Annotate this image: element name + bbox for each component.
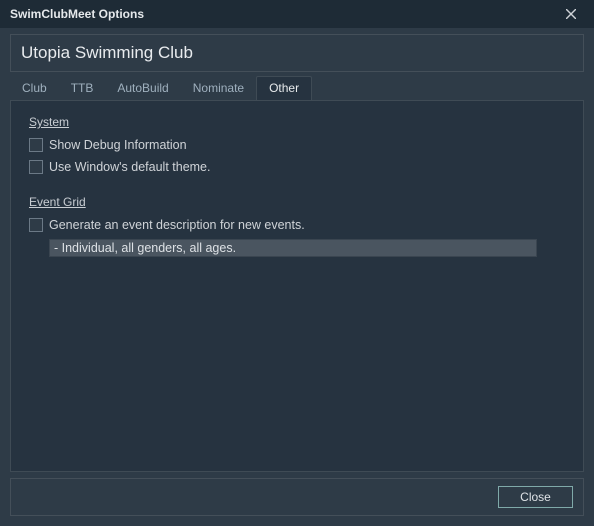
window-title: SwimClubMeet Options [10,7,144,21]
titlebar: SwimClubMeet Options [0,0,594,28]
club-header: Utopia Swimming Club [10,34,584,72]
tab-nominate[interactable]: Nominate [181,77,256,100]
close-button[interactable]: Close [498,486,573,508]
section-title-event-grid: Event Grid [29,195,565,209]
event-description-field[interactable]: - Individual, all genders, all ages. [49,239,537,257]
row-default-theme: Use Window's default theme. [29,157,565,177]
section-title-system: System [29,115,565,129]
titlebar-close-button[interactable] [556,0,586,28]
tab-ttb[interactable]: TTB [59,77,106,100]
checkbox-default-theme[interactable] [29,160,43,174]
content-panel: System Show Debug Information Use Window… [10,100,584,472]
checkbox-show-debug[interactable] [29,138,43,152]
tab-other[interactable]: Other [256,76,312,100]
label-show-debug: Show Debug Information [49,138,187,152]
label-generate-desc: Generate an event description for new ev… [49,218,305,232]
tab-other-content: System Show Debug Information Use Window… [11,101,583,471]
tab-autobuild[interactable]: AutoBuild [105,77,180,100]
club-name: Utopia Swimming Club [21,43,193,63]
close-icon [566,9,576,19]
footer: Close [10,478,584,516]
checkbox-generate-desc[interactable] [29,218,43,232]
tab-bar: Club TTB AutoBuild Nominate Other [10,78,584,100]
label-default-theme: Use Window's default theme. [49,160,211,174]
row-show-debug: Show Debug Information [29,135,565,155]
tab-club[interactable]: Club [10,77,59,100]
options-window: SwimClubMeet Options Utopia Swimming Clu… [0,0,594,526]
row-generate-desc: Generate an event description for new ev… [29,215,565,235]
